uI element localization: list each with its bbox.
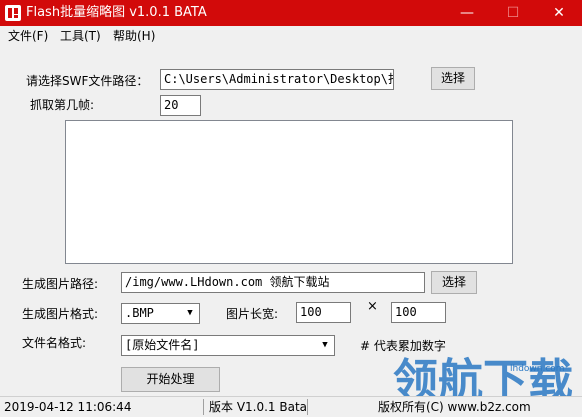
- format-label: 生成图片格式:: [22, 307, 99, 321]
- format-select-value: .BMP: [125, 306, 154, 320]
- frame-label: 抓取第几帧:: [30, 98, 95, 112]
- swf-path-label: 请选择SWF文件路径：: [26, 74, 149, 88]
- menu-help[interactable]: 帮助(H): [113, 28, 155, 44]
- browse-swf-button[interactable]: 选择: [431, 67, 475, 90]
- status-datetime: 2019-04-12 11:06:44: [4, 400, 132, 414]
- minimize-button[interactable]: —: [444, 0, 490, 26]
- dropdown-arrow-icon[interactable]: ▼: [317, 337, 333, 354]
- menu-tools[interactable]: 工具(T): [60, 28, 101, 44]
- maximize-button[interactable]: ☐: [490, 0, 536, 26]
- preview-box: [65, 120, 513, 264]
- status-bar: 2019-04-12 11:06:44 版本 V1.0.1 Bata 版权所有(…: [0, 396, 582, 417]
- output-path-input[interactable]: /img/www.LHdown.com 领航下载站: [121, 272, 425, 293]
- status-divider: [203, 399, 204, 415]
- window-title: Flash批量缩略图 v1.0.1 BATA: [26, 5, 207, 20]
- browse-output-button[interactable]: 选择: [431, 271, 477, 294]
- dropdown-arrow-icon[interactable]: ▼: [182, 305, 198, 322]
- filename-label: 文件名格式:: [22, 336, 87, 350]
- filename-select-value: [原始文件名]: [125, 338, 200, 352]
- status-version: 版本 V1.0.1 Bata: [209, 400, 308, 414]
- start-button[interactable]: 开始处理: [121, 367, 220, 392]
- status-copyright: 版权所有(C) www.b2z.com: [378, 400, 531, 414]
- title-bar: Flash批量缩略图 v1.0.1 BATA — ☐ ✕: [0, 0, 582, 26]
- app-icon: [5, 5, 21, 21]
- swf-path-input[interactable]: C:\Users\Administrator\Desktop\打: [160, 69, 394, 90]
- height-input[interactable]: 100: [391, 302, 446, 323]
- menu-bar: 文件(F) 工具(T) 帮助(H): [0, 26, 582, 46]
- status-divider: [307, 399, 308, 415]
- close-button[interactable]: ✕: [536, 0, 582, 26]
- format-select[interactable]: .BMP ▼: [121, 303, 200, 324]
- filename-select[interactable]: [原始文件名] ▼: [121, 335, 335, 356]
- watermark-url: lhdown.com: [510, 364, 565, 374]
- times-icon: ×: [367, 299, 378, 314]
- frame-input[interactable]: 20: [160, 95, 201, 116]
- menu-file[interactable]: 文件(F): [8, 28, 48, 44]
- width-input[interactable]: 100: [296, 302, 351, 323]
- size-label: 图片长宽:: [226, 307, 279, 321]
- filename-hint: # 代表累加数字: [360, 339, 446, 353]
- output-path-label: 生成图片路径:: [22, 277, 99, 291]
